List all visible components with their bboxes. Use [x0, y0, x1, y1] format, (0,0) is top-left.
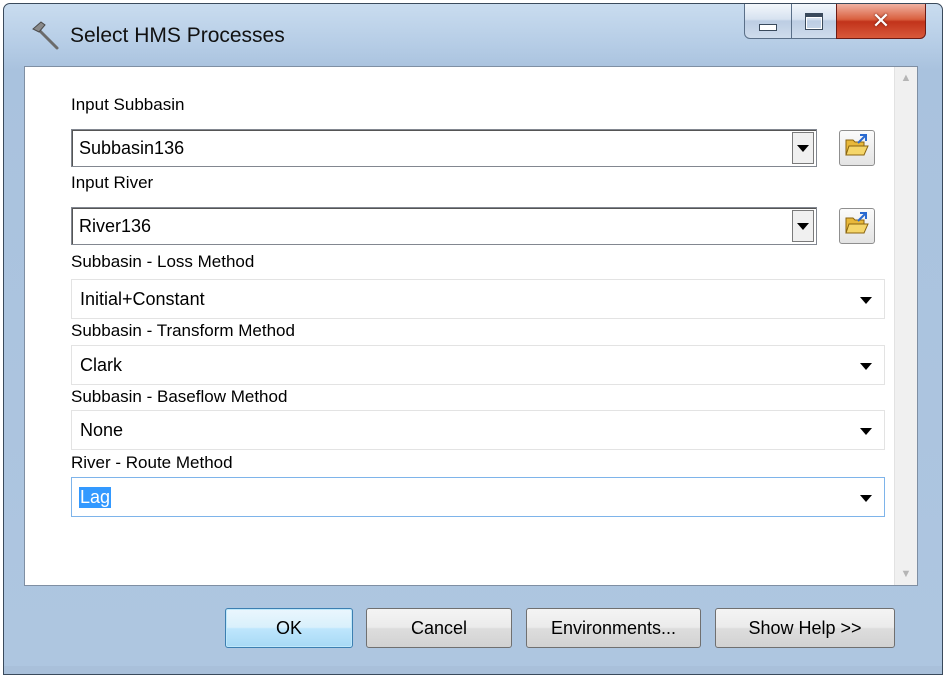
chevron-down-icon: [797, 144, 809, 152]
browse-river-button[interactable]: [839, 208, 875, 244]
chevron-down-icon: [797, 222, 809, 230]
input-subbasin-label: Input Subbasin: [71, 95, 185, 114]
transform-method-value: Clark: [80, 355, 123, 375]
route-method-select[interactable]: Lag: [71, 477, 885, 517]
vertical-scrollbar[interactable]: ▲ ▼: [894, 67, 917, 585]
input-river-combo[interactable]: River136: [71, 207, 817, 245]
browse-subbasin-button[interactable]: [839, 130, 875, 166]
chevron-down-icon: [860, 428, 872, 435]
minimize-icon: [759, 23, 777, 31]
maximize-button[interactable]: [791, 4, 837, 39]
open-folder-icon: [844, 211, 870, 241]
minimize-button[interactable]: [744, 4, 792, 39]
dialog-window: Select HMS Processes ✕ Input Subbasin Su…: [3, 3, 943, 675]
close-icon: ✕: [871, 8, 891, 33]
transform-method-label: Subbasin - Transform Method: [71, 321, 295, 340]
route-method-value: Lag: [79, 487, 112, 508]
window-title: Select HMS Processes: [70, 24, 285, 47]
scroll-up-icon[interactable]: ▲: [895, 67, 917, 89]
button-bar: OK Cancel Environments... Show Help >>: [24, 586, 918, 670]
parameters-panel: Input Subbasin Subbasin136 Input River R…: [24, 66, 918, 586]
ok-button[interactable]: OK: [225, 608, 353, 648]
loss-method-value: Initial+Constant: [80, 289, 205, 309]
hammer-icon: [30, 20, 62, 52]
baseflow-method-label: Subbasin - Baseflow Method: [71, 387, 288, 406]
input-river-dropdown-button[interactable]: [792, 210, 814, 242]
input-river-label: Input River: [71, 173, 154, 192]
input-subbasin-combo[interactable]: Subbasin136: [71, 129, 817, 167]
cancel-button[interactable]: Cancel: [366, 608, 512, 648]
loss-method-label: Subbasin - Loss Method: [71, 252, 255, 271]
route-method-label: River - Route Method: [71, 453, 233, 472]
baseflow-method-value: None: [80, 420, 124, 440]
input-river-value: River136: [79, 216, 152, 236]
chevron-down-icon: [860, 363, 872, 370]
window-frame-bottom: [4, 666, 942, 674]
chevron-down-icon: [860, 297, 872, 304]
chevron-down-icon: [860, 495, 872, 502]
scroll-down-icon[interactable]: ▼: [895, 563, 917, 585]
show-help-button[interactable]: Show Help >>: [715, 608, 895, 648]
environments-button[interactable]: Environments...: [526, 608, 701, 648]
transform-method-select[interactable]: Clark: [71, 345, 885, 385]
baseflow-method-select[interactable]: None: [71, 410, 885, 450]
close-button[interactable]: ✕: [836, 4, 926, 39]
open-folder-icon: [844, 133, 870, 163]
input-subbasin-dropdown-button[interactable]: [792, 132, 814, 164]
input-subbasin-value: Subbasin136: [79, 138, 185, 158]
loss-method-select[interactable]: Initial+Constant: [71, 279, 885, 319]
title-bar[interactable]: Select HMS Processes ✕: [4, 4, 942, 66]
maximize-icon: [805, 12, 823, 30]
